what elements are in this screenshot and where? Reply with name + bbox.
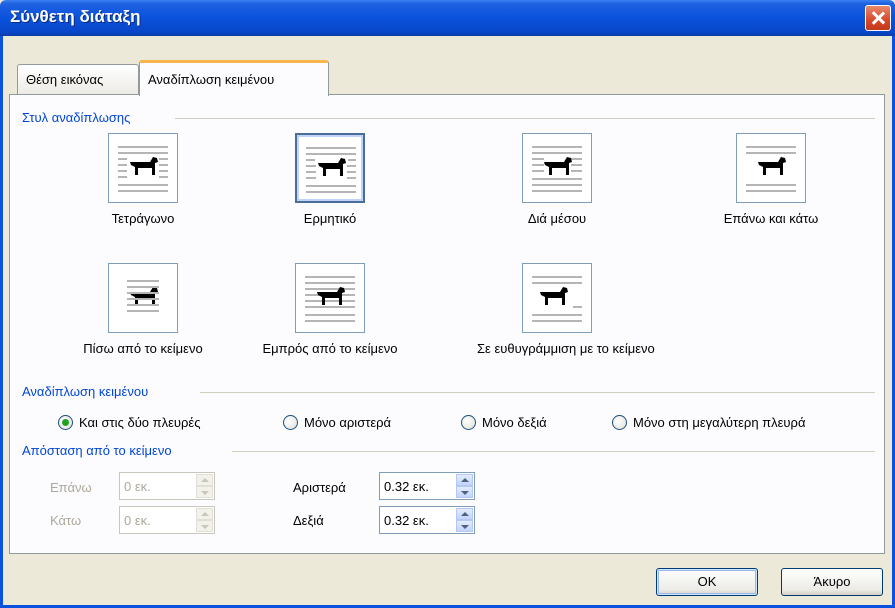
- spinner-value: 0.32 εκ.: [384, 479, 429, 494]
- wrap-style-group-label: Στυλ αναδίπλωσης: [22, 110, 137, 125]
- wrap-option-inline[interactable]: Σε ευθυγράμμιση με το κείμενο: [477, 263, 655, 356]
- in-front-of-text-icon: [295, 263, 365, 333]
- distance-bottom-label: Κάτω: [50, 513, 82, 528]
- radio-right-only[interactable]: Μόνο δεξιά: [461, 415, 547, 430]
- close-icon[interactable]: [865, 5, 891, 31]
- tab-picture-position[interactable]: Θέση εικόνας: [17, 64, 139, 94]
- radio-label: Μόνο αριστερά: [304, 415, 392, 430]
- group-divider: [175, 118, 875, 119]
- radio-indicator: [461, 415, 476, 430]
- spin-up-icon: [196, 508, 213, 520]
- wrap-option-label: Σε ευθυγράμμιση με το κείμενο: [477, 341, 655, 356]
- spin-up-icon: [196, 474, 213, 486]
- radio-label: Μόνο δεξιά: [482, 415, 547, 430]
- top-bottom-wrap-icon: [736, 133, 806, 203]
- wrap-option-top-bottom[interactable]: Επάνω και κάτω: [691, 133, 851, 226]
- spinner-value: 0.32 εκ.: [384, 513, 429, 528]
- wrap-option-label: Τετράγωνο: [111, 211, 175, 226]
- group-divider: [232, 451, 875, 452]
- radio-indicator: [283, 415, 298, 430]
- behind-text-icon: [108, 263, 178, 333]
- wrap-option-behind-text[interactable]: Πίσω από το κείμενο: [63, 263, 223, 356]
- window-title: Σύνθετη διάταξη: [10, 7, 141, 26]
- ok-button[interactable]: OK: [656, 568, 758, 596]
- distance-bottom-spinner: 0 εκ.: [119, 506, 215, 534]
- tab-label: Αναδίπλωση κειμένου: [148, 72, 275, 87]
- spin-down-icon[interactable]: [456, 486, 473, 498]
- radio-both-sides[interactable]: Και στις δύο πλευρές: [58, 415, 200, 430]
- radio-left-only[interactable]: Μόνο αριστερά: [283, 415, 391, 430]
- distance-left-label: Αριστερά: [293, 480, 346, 495]
- radio-indicator: [612, 415, 627, 430]
- radio-largest-side[interactable]: Μόνο στη μεγαλύτερη πλευρά: [612, 415, 805, 430]
- cancel-button[interactable]: Άκυρο: [781, 568, 883, 596]
- spin-up-icon[interactable]: [456, 474, 473, 486]
- spinner-value: 0 εκ.: [124, 479, 151, 494]
- wrap-option-square[interactable]: Τετράγωνο: [63, 133, 223, 226]
- spin-down-icon: [196, 520, 213, 532]
- tab-text-wrapping[interactable]: Αναδίπλωση κειμένου: [139, 60, 329, 96]
- inline-with-text-icon: [522, 263, 592, 333]
- radio-label: Και στις δύο πλευρές: [79, 415, 201, 430]
- wrap-option-through[interactable]: Διά μέσου: [477, 133, 637, 226]
- wrap-option-label: Πίσω από το κείμενο: [83, 341, 203, 356]
- tab-label: Θέση εικόνας: [26, 72, 104, 87]
- spin-down-icon: [196, 486, 213, 498]
- wrap-option-tight[interactable]: Ερμητικό: [250, 133, 410, 226]
- spin-down-icon[interactable]: [456, 520, 473, 532]
- square-wrap-icon: [108, 133, 178, 203]
- wrap-option-label: Εμπρός από το κείμενο: [262, 341, 398, 356]
- wrap-option-in-front-of-text[interactable]: Εμπρός από το κείμενο: [250, 263, 410, 356]
- distance-top-label: Επάνω: [50, 480, 92, 495]
- tight-wrap-icon: [295, 133, 365, 203]
- through-wrap-icon: [522, 133, 592, 203]
- spin-up-icon[interactable]: [456, 508, 473, 520]
- wrap-option-label: Ερμητικό: [303, 211, 357, 226]
- radio-label: Μόνο στη μεγαλύτερη πλευρά: [633, 415, 806, 430]
- distance-left-spinner[interactable]: 0.32 εκ.: [379, 472, 475, 500]
- group-divider: [200, 392, 875, 393]
- wrap-option-label: Διά μέσου: [527, 211, 587, 226]
- wrap-text-group-label: Αναδίπλωση κειμένου: [22, 384, 155, 399]
- radio-indicator: [58, 415, 73, 430]
- distance-group-label: Απόσταση από το κείμενο: [22, 443, 178, 458]
- title-bar: Σύνθετη διάταξη: [0, 0, 895, 36]
- distance-right-spinner[interactable]: 0.32 εκ.: [379, 506, 475, 534]
- distance-top-spinner: 0 εκ.: [119, 472, 215, 500]
- window-border-left: [0, 36, 3, 608]
- distance-right-label: Δεξιά: [293, 513, 324, 528]
- spinner-value: 0 εκ.: [124, 513, 151, 528]
- wrap-option-label: Επάνω και κάτω: [723, 211, 819, 226]
